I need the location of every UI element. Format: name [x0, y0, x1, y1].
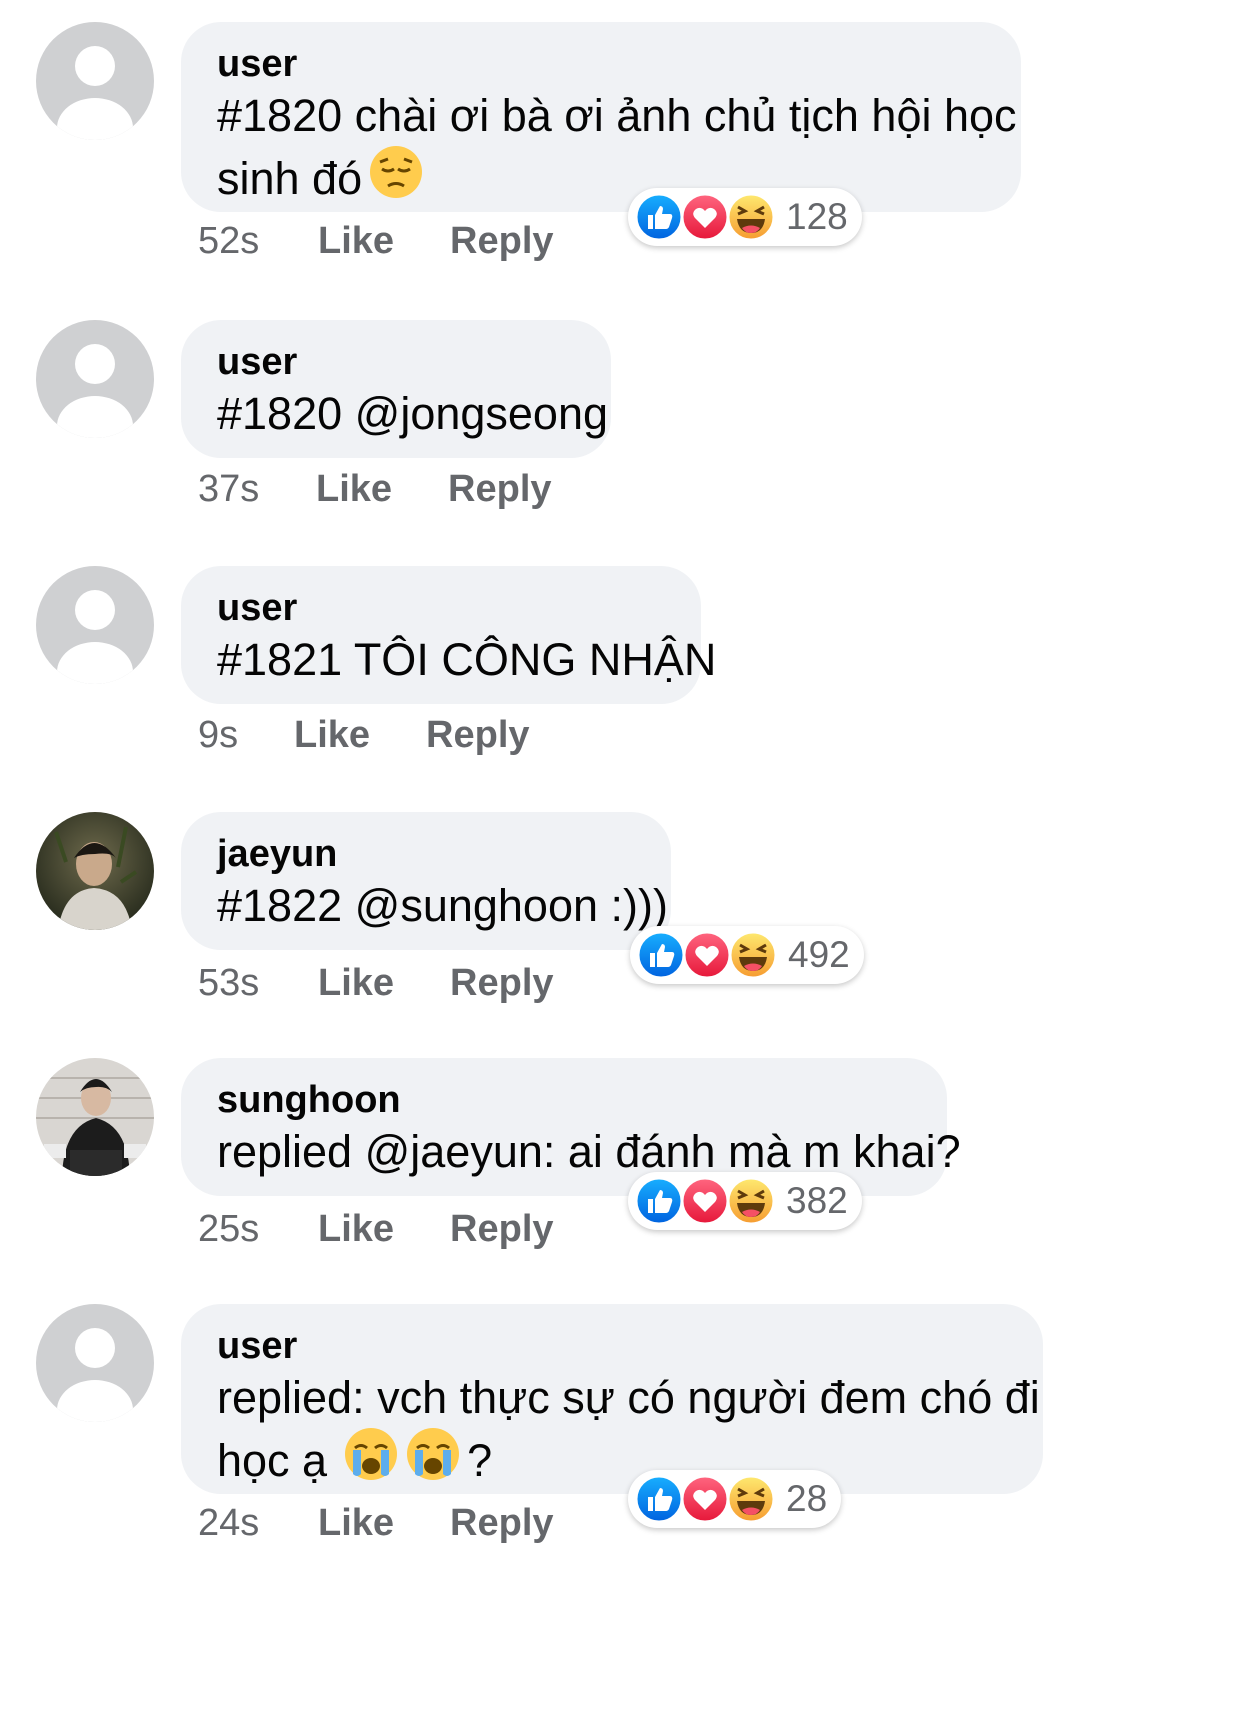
reaction-summary[interactable]: 128: [628, 188, 862, 246]
timestamp: 9s: [198, 714, 239, 756]
haha-icon: [726, 1176, 776, 1226]
love-icon: [682, 930, 732, 980]
comment-actions: 24s Like Reply: [198, 1502, 610, 1545]
haha-icon: [726, 1474, 776, 1524]
like-icon: [634, 1176, 684, 1226]
reaction-count: 28: [786, 1478, 828, 1519]
reply-button[interactable]: Reply: [450, 1208, 553, 1251]
timestamp: 53s: [198, 962, 260, 1004]
avatar[interactable]: [36, 812, 154, 930]
timestamp: 24s: [198, 1502, 260, 1544]
default-avatar-icon: [36, 1304, 154, 1422]
profile-photo-icon: [36, 812, 154, 930]
default-avatar-icon: [36, 320, 154, 438]
pensive-face-icon: [368, 144, 424, 200]
love-icon: [680, 1474, 730, 1524]
comment-text-line2: sinh đó: [217, 144, 985, 207]
comment-text: #1820 @jongseong: [217, 388, 609, 439]
comment-text: #1820 chài ơi bà ơi ảnh chủ tịch hội học: [217, 90, 1017, 141]
comment-bubble: user #1820 chài ơi bà ơi ảnh chủ tịch hộ…: [181, 22, 1021, 212]
love-icon: [680, 1176, 730, 1226]
like-button[interactable]: Like: [318, 1208, 394, 1251]
profile-photo-icon: [36, 1058, 154, 1176]
avatar[interactable]: [36, 22, 154, 140]
like-button[interactable]: Like: [318, 220, 394, 263]
comment-actions: 52s Like Reply: [198, 220, 610, 263]
author-name[interactable]: jaeyun: [217, 830, 635, 878]
comment-bubble: user #1820 @jongseong: [181, 320, 611, 458]
like-icon: [636, 930, 686, 980]
author-name[interactable]: user: [217, 40, 985, 88]
author-name[interactable]: user: [217, 1322, 1007, 1370]
comment-text: #1821 TÔI CÔNG NHẬN: [217, 634, 717, 685]
default-avatar-icon: [36, 22, 154, 140]
author-name[interactable]: user: [217, 584, 665, 632]
comment-actions: 25s Like Reply: [198, 1208, 610, 1251]
avatar[interactable]: [36, 320, 154, 438]
default-avatar-icon: [36, 566, 154, 684]
comment-text-part: học ạ: [217, 1435, 328, 1486]
reaction-count: 382: [786, 1180, 848, 1221]
like-button[interactable]: Like: [316, 468, 392, 511]
reply-button[interactable]: Reply: [448, 468, 551, 511]
reply-button[interactable]: Reply: [450, 220, 553, 263]
like-icon: [634, 192, 684, 242]
timestamp: 25s: [198, 1208, 260, 1250]
reply-button[interactable]: Reply: [450, 962, 553, 1005]
reply-button[interactable]: Reply: [450, 1502, 553, 1545]
loudly-crying-face-icon: [343, 1426, 399, 1482]
comment-text-line2: học ạ ?: [217, 1426, 1007, 1489]
avatar[interactable]: [36, 1304, 154, 1422]
reaction-count: 128: [786, 196, 848, 237]
reaction-count: 492: [788, 934, 850, 975]
reply-button[interactable]: Reply: [426, 714, 529, 757]
comment-bubble: user replied: vch thực sự có người đem c…: [181, 1304, 1043, 1494]
author-name[interactable]: user: [217, 338, 575, 386]
timestamp: 37s: [198, 468, 260, 510]
haha-icon: [728, 930, 778, 980]
comment-bubble: user #1821 TÔI CÔNG NHẬN: [181, 566, 717, 704]
comment-bubble: jaeyun #1822 @sunghoon :))): [181, 812, 671, 950]
like-button[interactable]: Like: [318, 1502, 394, 1545]
comment-actions: 37s Like Reply: [198, 468, 608, 511]
like-icon: [634, 1474, 684, 1524]
reaction-summary[interactable]: 382: [628, 1172, 862, 1230]
reaction-summary[interactable]: 28: [628, 1470, 842, 1528]
comment-text-part: sinh đó: [217, 153, 363, 204]
comment-actions: 9s Like Reply: [198, 714, 586, 757]
like-button[interactable]: Like: [294, 714, 370, 757]
timestamp: 52s: [198, 220, 260, 262]
avatar[interactable]: [36, 1058, 154, 1176]
comment-text: replied: vch thực sự có người đem chó đi: [217, 1372, 1040, 1423]
love-icon: [680, 192, 730, 242]
reaction-summary[interactable]: 492: [630, 926, 864, 984]
comment-actions: 53s Like Reply: [198, 962, 610, 1005]
like-button[interactable]: Like: [318, 962, 394, 1005]
avatar[interactable]: [36, 566, 154, 684]
comment-text-part: ?: [467, 1435, 493, 1486]
comment-text: #1822 @sunghoon :))): [217, 880, 668, 931]
haha-icon: [726, 192, 776, 242]
loudly-crying-face-icon: [405, 1426, 461, 1482]
author-name[interactable]: sunghoon: [217, 1076, 911, 1124]
